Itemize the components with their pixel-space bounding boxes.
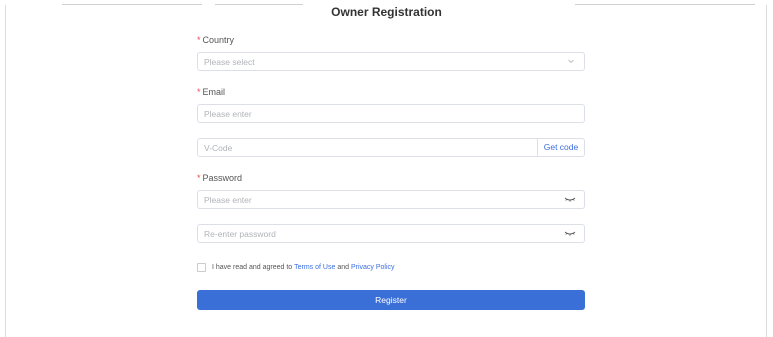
country-label: * Country	[197, 35, 234, 45]
email-placeholder: Please enter	[204, 109, 252, 119]
required-mark: *	[197, 87, 201, 97]
register-button[interactable]: Register	[197, 290, 585, 310]
page-title: Owner Registration	[331, 5, 442, 19]
country-select[interactable]: Please select	[197, 52, 585, 71]
password-label: * Password	[197, 173, 242, 183]
get-code-button[interactable]: Get code	[537, 139, 584, 156]
vcode-placeholder: V-Code	[204, 143, 233, 153]
email-label-text: Email	[202, 87, 226, 97]
chevron-down-icon	[568, 59, 574, 64]
required-mark: *	[197, 35, 201, 45]
password-field[interactable]: Please enter	[197, 190, 585, 209]
confirm-password-field[interactable]: Re-enter password	[197, 224, 585, 243]
agreement-row: I have read and agreed to Terms of Use a…	[197, 263, 395, 272]
email-label: * Email	[197, 87, 225, 97]
vcode-field[interactable]: V-Code Get code	[197, 138, 585, 157]
privacy-policy-link[interactable]: Privacy Policy	[351, 264, 395, 271]
terms-of-use-link[interactable]: Terms of Use	[294, 264, 335, 271]
required-mark: *	[197, 173, 201, 183]
card-border-right	[766, 5, 767, 337]
country-label-text: Country	[202, 35, 235, 45]
registration-page: Owner Registration * Country Please selec…	[0, 0, 773, 337]
agreement-checkbox[interactable]	[197, 263, 206, 272]
password-label-text: Password	[202, 173, 243, 183]
password-placeholder: Please enter	[204, 195, 252, 205]
confirm-password-placeholder: Re-enter password	[204, 229, 276, 239]
card-border-left	[5, 5, 6, 337]
eye-closed-icon[interactable]	[564, 195, 576, 203]
eye-closed-icon[interactable]	[564, 229, 576, 237]
country-placeholder: Please select	[204, 57, 255, 67]
agreement-prefix: I have read and agreed to	[212, 264, 293, 271]
agreement-conjunction: and	[337, 264, 349, 271]
email-field[interactable]: Please enter	[197, 104, 585, 123]
